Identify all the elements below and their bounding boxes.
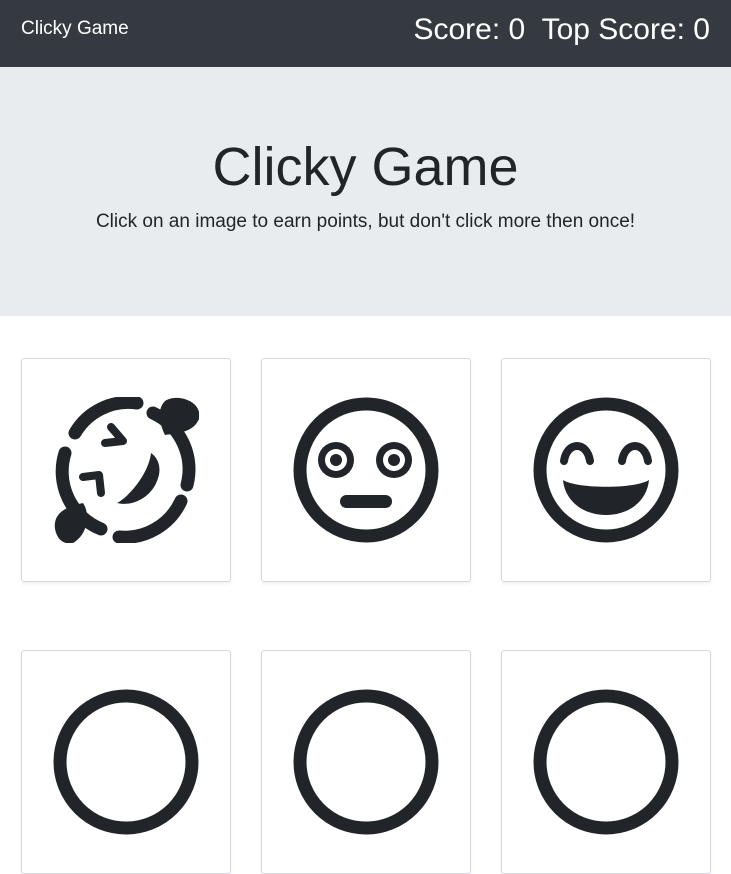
emoji-face-icon <box>293 689 439 835</box>
image-card[interactable] <box>21 358 231 582</box>
brand-link[interactable]: Clicky Game <box>21 18 129 40</box>
grin-squint-tears-icon <box>54 397 199 543</box>
image-card[interactable] <box>261 650 471 874</box>
image-card[interactable] <box>21 650 231 874</box>
image-card[interactable] <box>501 650 711 874</box>
emoji-face-icon <box>53 689 199 835</box>
flushed-face-icon <box>293 397 439 543</box>
page-subtitle: Click on an image to earn points, but do… <box>95 211 636 232</box>
navbar: Clicky Game Score: 0 Top Score: 0 <box>0 0 731 67</box>
page-title: Clicky Game <box>212 137 519 197</box>
score-label: Score: 0 <box>413 13 526 46</box>
image-card[interactable] <box>501 358 711 582</box>
top-score-label: Top Score: 0 <box>541 13 710 46</box>
emoji-face-icon <box>533 689 679 835</box>
image-card[interactable] <box>261 358 471 582</box>
score-display: Score: 0 Top Score: 0 <box>413 12 710 48</box>
jumbotron: Clicky Game Click on an image to earn po… <box>0 67 731 316</box>
grin-beam-icon <box>533 397 679 543</box>
